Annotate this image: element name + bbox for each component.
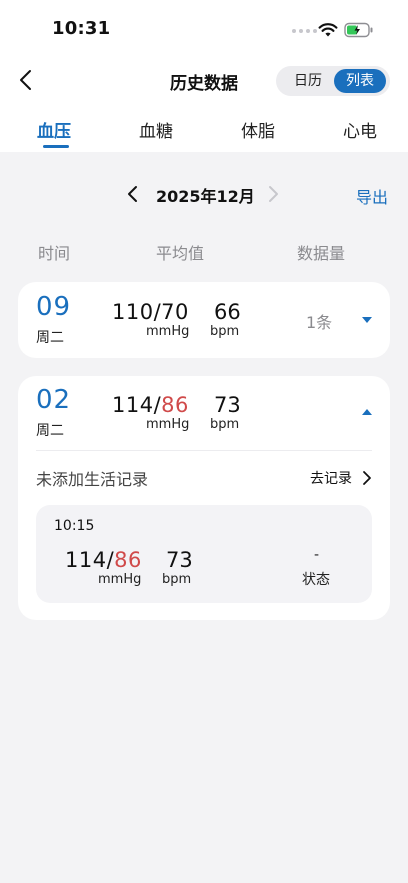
record-pulse: 73 xyxy=(166,548,193,572)
record-item[interactable]: 10:15 114/86 mmHg 73 bpm - 状态 xyxy=(36,505,372,603)
collapse-icon[interactable] xyxy=(361,408,373,416)
tab-blood-sugar[interactable]: 血糖 xyxy=(139,117,173,142)
header-average: 平均值 xyxy=(156,244,205,263)
category-tabs: 血压 血糖 体脂 心电 xyxy=(0,104,408,152)
go-record-button[interactable]: 去记录 xyxy=(310,468,352,488)
view-toggle: 日历 列表 xyxy=(276,66,390,96)
export-button[interactable]: 导出 xyxy=(356,184,388,208)
entry-card[interactable]: 09 周二 110/70 mmHg 66 bpm 1条 xyxy=(18,282,390,358)
status-time: 10:31 xyxy=(52,18,111,39)
record-time: 10:15 xyxy=(54,518,95,534)
entry-weekday: 周二 xyxy=(36,423,64,439)
entry-day: 02 xyxy=(36,385,72,415)
record-status-value: - xyxy=(314,547,320,563)
entry-pulse: 66 xyxy=(214,300,241,324)
nav-bar: 历史数据 日历 列表 xyxy=(0,56,408,104)
status-bar: 10:31 xyxy=(0,0,408,56)
toggle-list[interactable]: 列表 xyxy=(334,69,386,93)
next-month-icon[interactable] xyxy=(266,185,280,203)
entry-bp-unit: mmHg xyxy=(146,417,190,432)
header-count: 数据量 xyxy=(297,244,346,263)
month-navigator: 2025年12月 导出 xyxy=(0,176,408,212)
entry-weekday: 周二 xyxy=(36,330,64,346)
entry-bp-unit: mmHg xyxy=(146,324,190,339)
chevron-right-icon[interactable] xyxy=(362,470,372,486)
entry-pulse-unit: bpm xyxy=(210,324,240,339)
entry-card-expanded[interactable]: 02 周二 114/86 mmHg 73 bpm 未添加生活记录 去记录 10:… xyxy=(18,376,390,620)
entry-bp: 114/86 xyxy=(112,393,189,417)
toggle-calendar[interactable]: 日历 xyxy=(282,69,334,93)
record-bp: 114/86 xyxy=(65,548,142,572)
tab-ecg[interactable]: 心电 xyxy=(343,117,377,142)
column-headers: 时间 平均值 数据量 xyxy=(0,240,408,264)
entry-day: 09 xyxy=(36,292,72,322)
wifi-icon xyxy=(318,23,338,37)
header-time: 时间 xyxy=(38,244,71,263)
record-bp-unit: mmHg xyxy=(98,572,142,587)
entry-count: 1条 xyxy=(306,313,333,332)
record-status-label: 状态 xyxy=(302,572,330,588)
tab-body-fat[interactable]: 体脂 xyxy=(241,117,275,142)
entry-pulse-unit: bpm xyxy=(210,417,240,432)
divider xyxy=(36,450,372,451)
life-record-label: 未添加生活记录 xyxy=(36,470,149,489)
battery-icon xyxy=(344,22,373,38)
active-tab-indicator xyxy=(43,145,69,148)
month-label: 2025年12月 xyxy=(156,187,255,206)
record-pulse-unit: bpm xyxy=(162,572,192,587)
entry-bp: 110/70 xyxy=(112,300,189,324)
signal-icon xyxy=(292,29,317,33)
expand-icon[interactable] xyxy=(361,316,373,324)
tab-blood-pressure[interactable]: 血压 xyxy=(37,117,71,142)
entry-pulse: 73 xyxy=(214,393,241,417)
prev-month-icon[interactable] xyxy=(126,185,140,203)
